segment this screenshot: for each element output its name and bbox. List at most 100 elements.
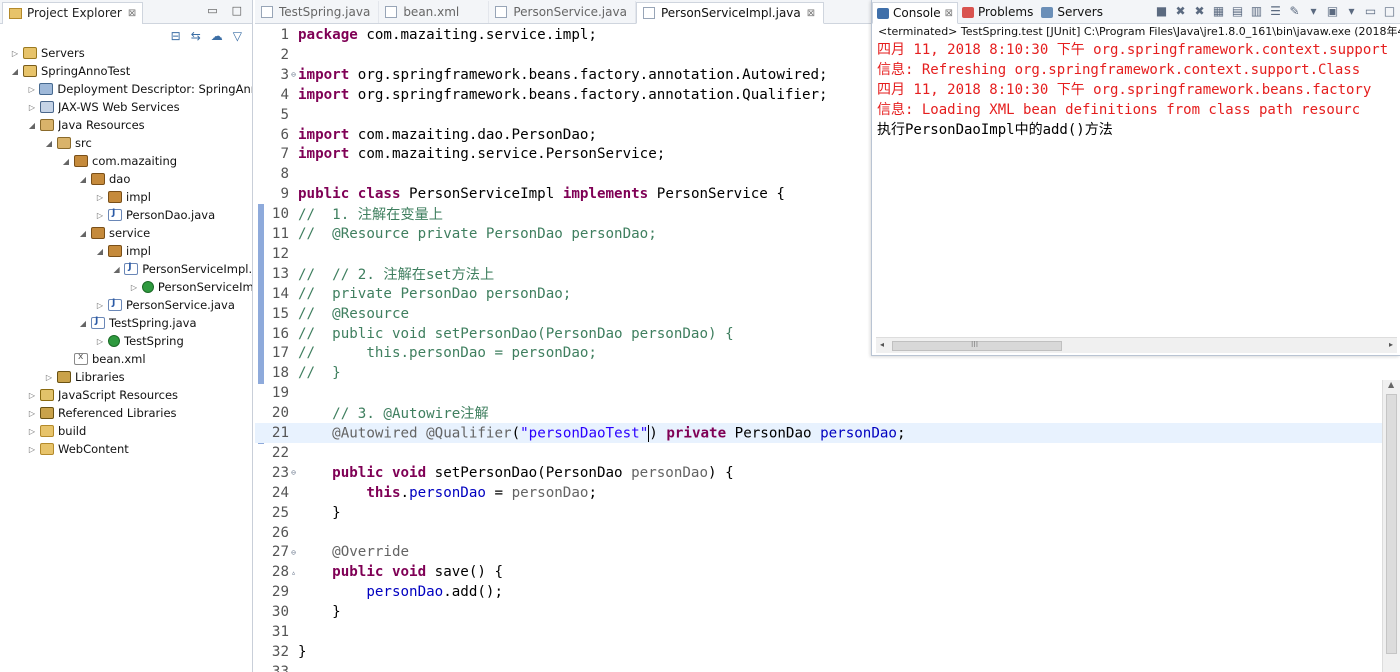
expanded-arrow-icon[interactable]: ◢ [78, 319, 88, 328]
tree-item[interactable]: ◢ src [0, 134, 252, 152]
tree-item[interactable]: ▷ TestSpring [0, 332, 252, 350]
show-console-icon[interactable]: ☰ [1269, 4, 1282, 18]
code-line[interactable]: 24 this.personDao = personDao; [255, 483, 1400, 503]
close-icon[interactable]: ⊠ [945, 8, 953, 19]
code-line[interactable]: 23 ⊖ public void setPersonDao(PersonDao p… [255, 463, 1400, 483]
expanded-arrow-icon[interactable]: ◢ [95, 247, 105, 256]
code-line[interactable]: 32} [255, 642, 1400, 662]
maximize-icon[interactable]: □ [1383, 4, 1396, 18]
collapsed-arrow-icon[interactable]: ▷ [27, 409, 37, 418]
tree-item[interactable]: ▷ WebContent [0, 440, 252, 458]
console-horizontal-scrollbar[interactable]: ◂ III ▸ [876, 337, 1397, 353]
pin-console-icon[interactable]: ✎ [1288, 4, 1301, 18]
tab-console[interactable]: Console ⊠ [872, 2, 959, 24]
scrollbar-thumb[interactable] [1386, 394, 1397, 654]
code-line[interactable]: 19 [255, 383, 1400, 403]
tree-item[interactable]: ▷ Servers [0, 44, 252, 62]
code-line[interactable]: 28 ▵ public void save() { [255, 562, 1400, 582]
minimize-icon[interactable]: ▭ [207, 4, 217, 17]
fold-toggle-icon[interactable]: ⊖ [289, 548, 298, 557]
tree-item[interactable]: ▷ JavaScript Resources [0, 386, 252, 404]
code-line[interactable]: 30 } [255, 602, 1400, 622]
collapsed-arrow-icon[interactable]: ▷ [95, 301, 105, 310]
open-console-icon[interactable]: ▣ [1326, 4, 1339, 18]
code-line[interactable]: 25 } [255, 503, 1400, 523]
close-icon[interactable]: ⊠ [128, 8, 136, 19]
collapsed-arrow-icon[interactable]: ▷ [129, 283, 139, 292]
code-line[interactable]: 31 [255, 622, 1400, 642]
fold-toggle-icon[interactable]: ⊖ [289, 468, 298, 477]
remove-all-icon[interactable]: ✖ [1193, 4, 1206, 18]
code-line[interactable]: 27 ⊖ @Override [255, 542, 1400, 562]
expanded-arrow-icon[interactable]: ◢ [44, 139, 54, 148]
collapsed-arrow-icon[interactable]: ▷ [95, 211, 105, 220]
collapsed-arrow-icon[interactable]: ▷ [95, 193, 105, 202]
collapsed-arrow-icon[interactable]: ▷ [27, 427, 37, 436]
tab-project-explorer[interactable]: Project Explorer ⊠ [2, 1, 144, 24]
tree-item[interactable]: ▷ PersonServiceIm [0, 278, 252, 296]
tree-item[interactable]: ◢ service [0, 224, 252, 242]
scroll-right-icon[interactable]: ▸ [1389, 340, 1393, 349]
code-line[interactable]: 22 [255, 443, 1400, 463]
view-menu-icon[interactable]: ▽ [233, 29, 242, 43]
maximize-icon[interactable]: □ [232, 4, 242, 17]
clear-console-icon[interactable]: ▦ [1212, 4, 1225, 18]
remove-launch-icon[interactable]: ✖ [1174, 4, 1187, 18]
tree-item[interactable]: bean.xml [0, 350, 252, 368]
dropdown-icon[interactable]: ▾ [1307, 4, 1320, 18]
collapsed-arrow-icon[interactable]: ▷ [44, 373, 54, 382]
code-line[interactable]: 29 personDao.add(); [255, 582, 1400, 602]
tree-item[interactable]: ▷ build [0, 422, 252, 440]
collapsed-arrow-icon[interactable]: ▷ [10, 49, 20, 58]
collapsed-arrow-icon[interactable]: ▷ [27, 103, 37, 112]
console-output[interactable]: 四月 11, 2018 8:10:30 下午 org.springframewo… [872, 40, 1400, 140]
expanded-arrow-icon[interactable]: ◢ [78, 175, 88, 184]
tree-item[interactable]: ◢ TestSpring.java [0, 314, 252, 332]
expanded-arrow-icon[interactable]: ◢ [27, 121, 37, 130]
scroll-left-icon[interactable]: ◂ [880, 340, 884, 349]
minimize-icon[interactable]: ▭ [1364, 4, 1377, 18]
code-line[interactable]: 18 // } [255, 363, 1400, 383]
terminate-icon[interactable]: ■ [1155, 4, 1168, 18]
expanded-arrow-icon[interactable]: ◢ [10, 67, 20, 76]
tab-problems[interactable]: Problems [958, 1, 1037, 23]
word-wrap-icon[interactable]: ▥ [1250, 4, 1263, 18]
collapsed-arrow-icon[interactable]: ▷ [27, 85, 36, 94]
collapsed-arrow-icon[interactable]: ▷ [27, 445, 37, 454]
fold-toggle-icon[interactable]: ⊖ [289, 70, 298, 79]
tree-item[interactable]: ▷ Libraries [0, 368, 252, 386]
scroll-lock-icon[interactable]: ▤ [1231, 4, 1244, 18]
code-line[interactable]: 33 [255, 662, 1400, 672]
tree-item[interactable]: ▷ PersonDao.java [0, 206, 252, 224]
tree-item[interactable]: ◢ SpringAnnoTest [0, 62, 252, 80]
tree-item[interactable]: ◢ Java Resources [0, 116, 252, 134]
code-line[interactable]: 26 [255, 523, 1400, 543]
tree-item[interactable]: ◢ com.mazaiting [0, 152, 252, 170]
tree-item[interactable]: ▷ JAX-WS Web Services [0, 98, 252, 116]
tree-item[interactable]: ▷ impl [0, 188, 252, 206]
editor-tab[interactable]: TestSpring.java [255, 1, 380, 23]
tree-item[interactable]: ◢ dao [0, 170, 252, 188]
tree-item[interactable]: ◢ impl [0, 242, 252, 260]
editor-tab[interactable]: PersonService.java [489, 1, 636, 23]
collapsed-arrow-icon[interactable]: ▷ [27, 391, 37, 400]
tree-item[interactable]: ▷ PersonService.java [0, 296, 252, 314]
expanded-arrow-icon[interactable]: ◢ [61, 157, 71, 166]
scroll-up-icon[interactable]: ▲ [1388, 380, 1394, 389]
editor-tab[interactable]: PersonServiceImpl.java ⊠ [635, 2, 825, 24]
link-editor-icon[interactable]: ⇆ [191, 29, 201, 43]
collapse-all-icon[interactable]: ⊟ [171, 29, 181, 43]
sync-icon[interactable]: ☁ [211, 29, 223, 43]
dropdown-icon[interactable]: ▾ [1345, 4, 1358, 18]
tree-item[interactable]: ▷ Deployment Descriptor: SpringAnno [0, 80, 252, 98]
expanded-arrow-icon[interactable]: ◢ [78, 229, 88, 238]
code-line[interactable]: 20 // 3. @Autowire注解 [255, 403, 1400, 423]
code-line[interactable]: 21 @Autowired @Qualifier("personDaoTest"… [255, 423, 1400, 443]
tree-item[interactable]: ▷ Referenced Libraries [0, 404, 252, 422]
editor-tab[interactable]: bean.xml [379, 1, 490, 23]
tab-servers[interactable]: Servers [1037, 1, 1107, 23]
close-icon[interactable]: ⊠ [807, 8, 815, 19]
tree-item[interactable]: ◢ PersonServiceImpl.ja [0, 260, 252, 278]
collapsed-arrow-icon[interactable]: ▷ [95, 337, 105, 346]
expanded-arrow-icon[interactable]: ◢ [112, 265, 121, 274]
